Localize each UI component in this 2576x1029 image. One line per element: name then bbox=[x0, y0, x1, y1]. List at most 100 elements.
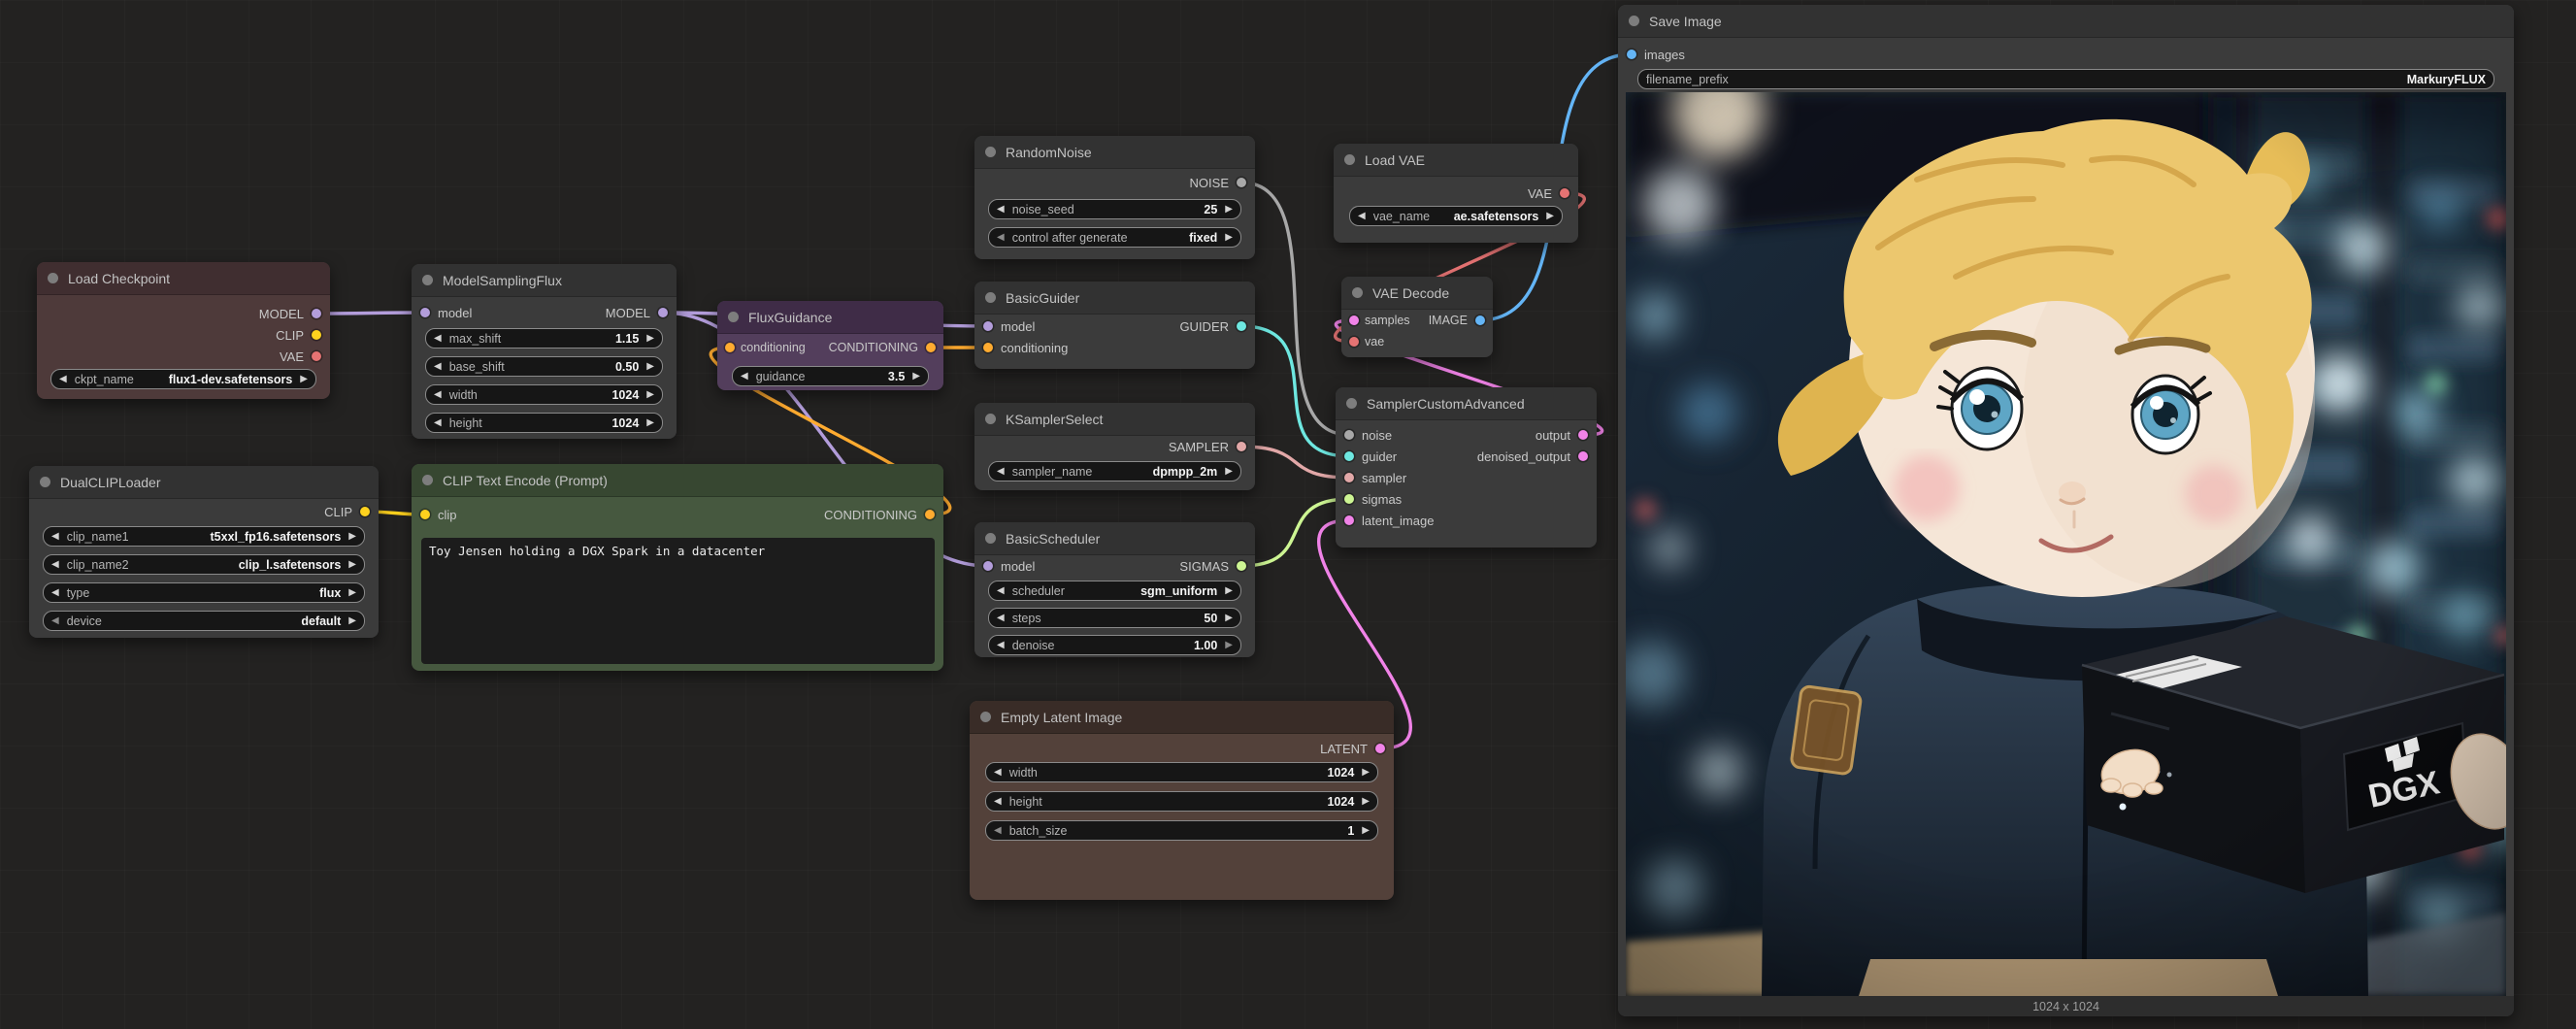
node-flux-guidance[interactable]: FluxGuidance conditioning CONDITIONING ◀… bbox=[717, 301, 943, 390]
increment-arrow-icon[interactable]: ▶ bbox=[1225, 586, 1233, 596]
guider-output-port[interactable] bbox=[1237, 321, 1246, 331]
model-input-port[interactable] bbox=[983, 321, 993, 331]
sigmas-input-port[interactable] bbox=[1344, 494, 1354, 504]
increment-arrow-icon[interactable]: ▶ bbox=[1362, 768, 1370, 778]
node-save-image[interactable]: Save Image images filename_prefix Markur… bbox=[1618, 5, 2514, 1016]
model-input-port[interactable] bbox=[983, 561, 993, 571]
decrement-arrow-icon[interactable]: ◀ bbox=[741, 372, 748, 382]
max-shift-widget[interactable]: ◀ max_shift 1.15 ▶ bbox=[425, 328, 663, 349]
increment-arrow-icon[interactable]: ▶ bbox=[348, 616, 356, 626]
images-input-port[interactable] bbox=[1627, 50, 1636, 59]
increment-arrow-icon[interactable]: ▶ bbox=[1362, 797, 1370, 807]
guidance-widget[interactable]: ◀ guidance 3.5 ▶ bbox=[732, 366, 929, 386]
node-sampler-custom-advanced[interactable]: SamplerCustomAdvanced noise output guide… bbox=[1336, 387, 1597, 548]
clip-name2-widget[interactable]: ◀ clip_name2 clip_l.safetensors ▶ bbox=[43, 554, 365, 575]
latent-output-port[interactable] bbox=[1375, 744, 1385, 753]
node-model-sampling-flux[interactable]: ModelSamplingFlux model MODEL ◀ max_shif… bbox=[412, 264, 677, 439]
model-output-port[interactable] bbox=[312, 309, 321, 318]
decrement-arrow-icon[interactable]: ◀ bbox=[994, 768, 1002, 778]
increment-arrow-icon[interactable]: ▶ bbox=[1225, 467, 1233, 477]
vae-name-widget[interactable]: ◀ vae_name ae.safetensors ▶ bbox=[1349, 206, 1563, 226]
vae-output-port[interactable] bbox=[312, 351, 321, 361]
increment-arrow-icon[interactable]: ▶ bbox=[348, 560, 356, 570]
batch-size-widget[interactable]: ◀ batch_size 1 ▶ bbox=[985, 820, 1378, 841]
decrement-arrow-icon[interactable]: ◀ bbox=[51, 560, 59, 570]
vae-output-port[interactable] bbox=[1560, 188, 1569, 198]
decrement-arrow-icon[interactable]: ◀ bbox=[51, 616, 59, 626]
decrement-arrow-icon[interactable]: ◀ bbox=[1358, 212, 1366, 221]
increment-arrow-icon[interactable]: ▶ bbox=[1225, 205, 1233, 215]
sampler-name-widget[interactable]: ◀ sampler_name dpmpp_2m ▶ bbox=[988, 461, 1241, 481]
noise-output-port[interactable] bbox=[1237, 178, 1246, 187]
increment-arrow-icon[interactable]: ▶ bbox=[1225, 614, 1233, 623]
increment-arrow-icon[interactable]: ▶ bbox=[1362, 826, 1370, 836]
clip-output-port[interactable] bbox=[360, 507, 370, 516]
clip-input-port[interactable] bbox=[420, 510, 430, 519]
decrement-arrow-icon[interactable]: ◀ bbox=[51, 588, 59, 598]
height-widget[interactable]: ◀ height 1024 ▶ bbox=[425, 413, 663, 433]
graph-canvas[interactable]: { "slot_colors": { "model": "#b39ddb", "… bbox=[0, 0, 2576, 1029]
model-input-port[interactable] bbox=[420, 308, 430, 317]
noise-seed-widget[interactable]: ◀ noise_seed 25 ▶ bbox=[988, 199, 1241, 219]
guider-input-port[interactable] bbox=[1344, 451, 1354, 461]
increment-arrow-icon[interactable]: ▶ bbox=[1225, 233, 1233, 243]
increment-arrow-icon[interactable]: ▶ bbox=[646, 390, 654, 400]
denoise-widget[interactable]: ◀ denoise 1.00 ▶ bbox=[988, 635, 1241, 655]
decrement-arrow-icon[interactable]: ◀ bbox=[434, 334, 442, 344]
decrement-arrow-icon[interactable]: ◀ bbox=[434, 390, 442, 400]
decrement-arrow-icon[interactable]: ◀ bbox=[997, 233, 1005, 243]
output-port[interactable] bbox=[1578, 430, 1588, 440]
vae-input-port[interactable] bbox=[1349, 337, 1359, 347]
conditioning-input-port[interactable] bbox=[725, 343, 735, 352]
sigmas-output-port[interactable] bbox=[1237, 561, 1246, 571]
node-dual-clip-loader[interactable]: DualCLIPLoader CLIP ◀ clip_name1 t5xxl_f… bbox=[29, 466, 379, 638]
increment-arrow-icon[interactable]: ▶ bbox=[646, 334, 654, 344]
conditioning-input-port[interactable] bbox=[983, 343, 993, 352]
samples-input-port[interactable] bbox=[1349, 315, 1359, 325]
filename-prefix-widget[interactable]: filename_prefix MarkuryFLUX bbox=[1637, 69, 2494, 89]
scheduler-widget[interactable]: ◀ scheduler sgm_uniform ▶ bbox=[988, 581, 1241, 601]
node-random-noise[interactable]: RandomNoise NOISE ◀ noise_seed 25 ▶ ◀ co… bbox=[974, 136, 1255, 259]
node-load-checkpoint[interactable]: Load Checkpoint MODEL CLIP VAE ◀ ckpt_na… bbox=[37, 262, 330, 399]
node-clip-text-encode[interactable]: CLIP Text Encode (Prompt) clip CONDITION… bbox=[412, 464, 943, 671]
model-output-port[interactable] bbox=[658, 308, 668, 317]
node-ksampler-select[interactable]: KSamplerSelect SAMPLER ◀ sampler_name dp… bbox=[974, 403, 1255, 490]
image-output-port[interactable] bbox=[1475, 315, 1485, 325]
conditioning-output-port[interactable] bbox=[925, 510, 935, 519]
increment-arrow-icon[interactable]: ▶ bbox=[1546, 212, 1554, 221]
increment-arrow-icon[interactable]: ▶ bbox=[646, 418, 654, 428]
decrement-arrow-icon[interactable]: ◀ bbox=[997, 641, 1005, 650]
increment-arrow-icon[interactable]: ▶ bbox=[348, 588, 356, 598]
node-empty-latent-image[interactable]: Empty Latent Image LATENT ◀ width 1024 ▶… bbox=[970, 701, 1394, 900]
decrement-arrow-icon[interactable]: ◀ bbox=[997, 614, 1005, 623]
increment-arrow-icon[interactable]: ▶ bbox=[300, 375, 308, 384]
decrement-arrow-icon[interactable]: ◀ bbox=[59, 375, 67, 384]
decrement-arrow-icon[interactable]: ◀ bbox=[994, 826, 1002, 836]
clip-output-port[interactable] bbox=[312, 330, 321, 340]
height-widget[interactable]: ◀ height 1024 ▶ bbox=[985, 791, 1378, 812]
width-widget[interactable]: ◀ width 1024 ▶ bbox=[985, 762, 1378, 782]
denoised-output-port[interactable] bbox=[1578, 451, 1588, 461]
decrement-arrow-icon[interactable]: ◀ bbox=[434, 362, 442, 372]
node-basic-scheduler[interactable]: BasicScheduler model SIGMAS ◀ scheduler … bbox=[974, 522, 1255, 657]
steps-widget[interactable]: ◀ steps 50 ▶ bbox=[988, 608, 1241, 628]
sampler-input-port[interactable] bbox=[1344, 473, 1354, 482]
device-widget[interactable]: ◀ device default ▶ bbox=[43, 611, 365, 631]
sampler-output-port[interactable] bbox=[1237, 442, 1246, 451]
decrement-arrow-icon[interactable]: ◀ bbox=[51, 532, 59, 542]
node-basic-guider[interactable]: BasicGuider model GUIDER conditioning bbox=[974, 282, 1255, 369]
conditioning-output-port[interactable] bbox=[926, 343, 936, 352]
prompt-textarea[interactable]: Toy Jensen holding a DGX Spark in a data… bbox=[421, 538, 935, 664]
ckpt-name-widget[interactable]: ◀ ckpt_name flux1-dev.safetensors ▶ bbox=[50, 369, 316, 389]
base-shift-widget[interactable]: ◀ base_shift 0.50 ▶ bbox=[425, 356, 663, 377]
increment-arrow-icon[interactable]: ▶ bbox=[348, 532, 356, 542]
latent-image-input-port[interactable] bbox=[1344, 515, 1354, 525]
node-load-vae[interactable]: Load VAE VAE ◀ vae_name ae.safetensors ▶ bbox=[1334, 144, 1578, 243]
noise-input-port[interactable] bbox=[1344, 430, 1354, 440]
decrement-arrow-icon[interactable]: ◀ bbox=[997, 586, 1005, 596]
decrement-arrow-icon[interactable]: ◀ bbox=[434, 418, 442, 428]
increment-arrow-icon[interactable]: ▶ bbox=[912, 372, 920, 382]
node-vae-decode[interactable]: VAE Decode samples IMAGE vae bbox=[1341, 277, 1493, 357]
decrement-arrow-icon[interactable]: ◀ bbox=[997, 205, 1005, 215]
increment-arrow-icon[interactable]: ▶ bbox=[1225, 641, 1233, 650]
